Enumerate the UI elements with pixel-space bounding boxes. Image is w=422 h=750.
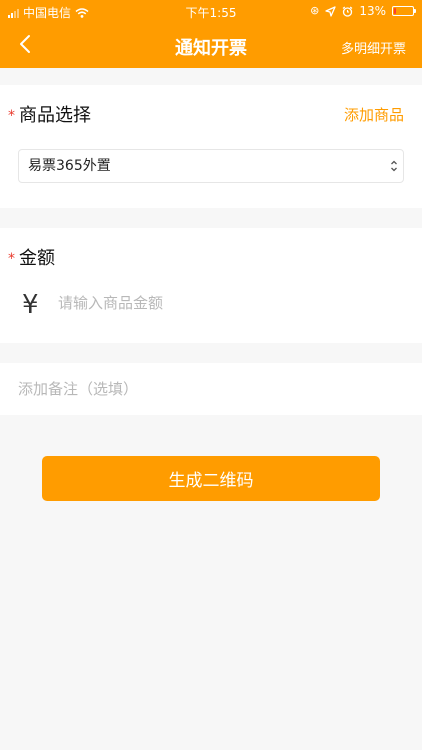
required-mark: *: [8, 251, 15, 267]
remark-section: [0, 363, 422, 415]
product-label-text: 商品选择: [19, 105, 91, 126]
select-updown-icon: [391, 160, 397, 172]
orientation-lock-icon: ⊛: [310, 4, 320, 17]
location-icon: [325, 5, 336, 17]
battery-fill: [394, 8, 396, 14]
required-mark: *: [8, 108, 15, 124]
product-select[interactable]: 易票365外置: [18, 149, 404, 183]
status-right: ⊛ 13%: [310, 4, 416, 18]
multi-detail-invoice-button[interactable]: 多明细开票: [341, 38, 406, 57]
nav-bar: 通知开票 多明细开票: [0, 22, 422, 68]
remark-input[interactable]: [18, 377, 404, 401]
battery-icon: [392, 6, 416, 16]
product-section: * 商品选择 添加商品 易票365外置: [0, 85, 422, 208]
add-product-link[interactable]: 添加商品: [344, 104, 404, 125]
alarm-icon: [342, 6, 353, 17]
generate-qrcode-button[interactable]: 生成二维码: [42, 456, 380, 501]
product-select-value: 易票365外置: [28, 158, 111, 174]
amount-section: * 金额 ¥: [0, 228, 422, 343]
amount-label-text: 金额: [19, 248, 55, 269]
yen-icon: ¥: [22, 290, 39, 320]
app-header: 中国电信 下午1:55 ⊛ 13% 通知开票 多明细开票: [0, 0, 422, 68]
amount-label: * 金额: [8, 244, 55, 270]
status-bar: 中国电信 下午1:55 ⊛ 13%: [0, 0, 422, 22]
product-label: * 商品选择: [8, 101, 91, 127]
amount-input[interactable]: [58, 288, 378, 318]
battery-percent: 13%: [359, 4, 386, 18]
